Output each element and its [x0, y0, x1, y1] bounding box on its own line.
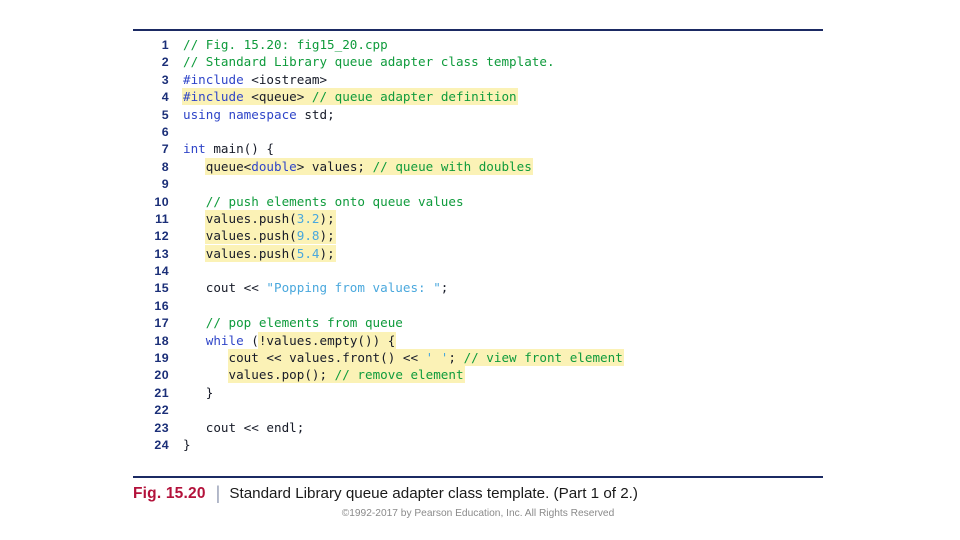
code-row: 10 // push elements onto queue values	[133, 193, 833, 210]
code-text: // Fig. 15.20: fig15_20.cpp	[183, 37, 388, 52]
line-number: 21	[154, 385, 169, 400]
code-text: }	[183, 436, 191, 452]
figure-caption: Fig. 15.20 | Standard Library queue adap…	[133, 483, 833, 503]
top-rule	[133, 29, 823, 31]
line-number: 2	[161, 55, 169, 70]
figure-sheet: 1 // Fig. 15.20: fig15_20.cpp 2 // Stand…	[0, 0, 960, 540]
line-number: 16	[154, 298, 169, 313]
code-row-highlighted: 20 values.pop(); // remove element	[133, 366, 833, 383]
figure-caption-text: Standard Library queue adapter class tem…	[229, 485, 638, 502]
code-text: }	[183, 384, 214, 400]
code-text: int main() {	[183, 141, 274, 157]
code-row-highlighted: 11 values.push(3.2);	[133, 210, 833, 227]
code-row-highlighted: 12 values.push(9.8);	[133, 227, 833, 244]
code-row: 14	[133, 262, 833, 279]
code-row-highlighted: 4 #include <queue> // queue adapter defi…	[133, 88, 833, 105]
line-number: 7	[161, 142, 169, 157]
line-number: 3	[161, 72, 169, 87]
line-number: 13	[154, 246, 169, 261]
copyright-notice: ©1992-2017 by Pearson Education, Inc. Al…	[341, 508, 615, 519]
line-number: 18	[154, 333, 169, 348]
line-number: 17	[154, 316, 169, 331]
line-number: 1	[161, 38, 169, 52]
code-row: 9	[133, 175, 833, 192]
code-text: cout << values.front() << ' '; // view f…	[228, 350, 623, 366]
line-number: 15	[154, 281, 169, 296]
code-row: 23 cout << endl;	[133, 419, 833, 436]
code-listing: 1 // Fig. 15.20: fig15_20.cpp 2 // Stand…	[133, 36, 833, 453]
code-row: 16	[133, 297, 833, 314]
code-row: 6	[133, 123, 833, 140]
line-number: 23	[154, 420, 169, 435]
code-text: // push elements onto queue values	[205, 193, 464, 209]
code-text: cout << "Popping from values: ";	[183, 280, 449, 296]
caption-divider: |	[215, 483, 221, 503]
code-row-highlighted: 19 cout << values.front() << ' '; // vie…	[133, 349, 833, 366]
line-number: 4	[161, 90, 169, 105]
line-number: 24	[154, 437, 169, 452]
bottom-rule	[133, 476, 823, 478]
code-text: values.push(5.4);	[205, 245, 335, 261]
code-row: 17 // pop elements from queue	[133, 314, 833, 331]
code-text: values.push(3.2);	[205, 210, 335, 226]
code-row: 3 #include <iostream>	[133, 71, 833, 88]
code-text: #include <iostream>	[183, 71, 328, 87]
code-text: // pop elements from queue	[205, 315, 403, 331]
line-number: 12	[154, 229, 169, 244]
code-text: queue<double> values; // queue with doub…	[205, 158, 532, 174]
code-text: while (!values.empty()) {	[205, 332, 396, 348]
code-row-highlighted: 8 queue<double> values; // queue with do…	[133, 158, 833, 175]
code-row: 2 // Standard Library queue adapter clas…	[133, 53, 833, 70]
code-text: using namespace std;	[183, 106, 335, 122]
line-number: 19	[154, 351, 169, 366]
code-row: 22	[133, 401, 833, 418]
code-text: cout << endl;	[183, 419, 305, 435]
line-number: 10	[154, 194, 169, 209]
line-number: 6	[161, 124, 169, 139]
code-row: 21 }	[133, 384, 833, 401]
code-text: values.push(9.8);	[205, 228, 335, 244]
code-row: 15 cout << "Popping from values: ";	[133, 279, 833, 296]
code-row: 24 }	[133, 436, 833, 453]
code-text: // Standard Library queue adapter class …	[183, 54, 555, 70]
code-row-highlighted: 18 while (!values.empty()) {	[133, 332, 833, 349]
line-number: 14	[154, 264, 169, 279]
figure-label: Fig. 15.20	[133, 485, 206, 502]
line-number: 22	[154, 403, 169, 418]
code-row-highlighted: 13 values.push(5.4);	[133, 245, 833, 262]
code-text: #include <queue> // queue adapter defini…	[183, 89, 517, 105]
line-number: 8	[161, 159, 169, 174]
code-row: 5 using namespace std;	[133, 106, 833, 123]
code-row: 1 // Fig. 15.20: fig15_20.cpp	[133, 36, 833, 53]
line-number: 5	[161, 107, 169, 122]
code-text: values.pop(); // remove element	[228, 367, 464, 383]
line-number: 11	[155, 211, 169, 226]
line-number: 20	[154, 368, 169, 383]
line-number: 9	[161, 177, 169, 192]
code-row: 7 int main() {	[133, 140, 833, 157]
